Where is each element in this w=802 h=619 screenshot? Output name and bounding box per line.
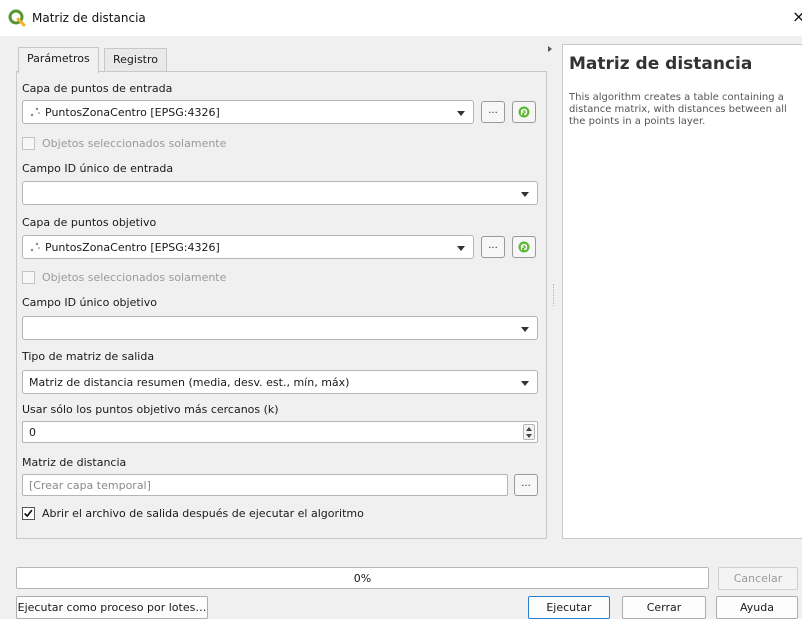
close-button[interactable]: Cerrar bbox=[622, 596, 706, 619]
nearest-k-label: Usar sólo los puntos objetivo más cercan… bbox=[22, 403, 279, 416]
close-icon[interactable]: × bbox=[792, 7, 802, 26]
target-id-label: Campo ID único objetivo bbox=[22, 296, 157, 309]
help-text: This algorithm creates a table containin… bbox=[569, 92, 787, 127]
chevron-down-icon bbox=[521, 192, 529, 197]
matrix-type-value: Matriz de distancia resumen (media, desv… bbox=[29, 376, 350, 389]
input-layer-label: Capa de puntos de entrada bbox=[22, 82, 173, 95]
iterate-icon bbox=[518, 106, 530, 118]
input-id-label: Campo ID único de entrada bbox=[22, 162, 174, 175]
help-panel: Matriz de distancia This algorithm creat… bbox=[562, 44, 802, 539]
output-label: Matriz de distancia bbox=[22, 456, 127, 469]
iterate-features-button[interactable] bbox=[512, 236, 536, 258]
chevron-down-icon bbox=[457, 111, 465, 116]
title-bar: Matriz de distancia × bbox=[0, 0, 802, 36]
input-layer-value: PuntosZonaCentro [EPSG:4326] bbox=[45, 106, 220, 119]
tab-registro[interactable]: Registro bbox=[104, 48, 168, 72]
help-title: Matriz de distancia bbox=[569, 54, 753, 74]
qgis-logo-icon bbox=[8, 9, 26, 27]
run-button[interactable]: Ejecutar bbox=[528, 596, 610, 619]
matrix-type-label: Tipo de matriz de salida bbox=[22, 350, 155, 363]
splitter-handle[interactable] bbox=[553, 284, 555, 306]
input-selected-only-label: Objetos seleccionados solamente bbox=[42, 137, 227, 150]
chevron-down-icon bbox=[521, 381, 529, 386]
input-id-combo[interactable] bbox=[22, 181, 538, 205]
nearest-k-value: 0 bbox=[29, 426, 36, 439]
iterate-icon bbox=[518, 241, 530, 253]
point-layer-icon bbox=[30, 107, 40, 117]
collapse-arrow-icon[interactable] bbox=[548, 46, 552, 52]
input-layer-browse-button[interactable]: ... bbox=[481, 101, 505, 123]
progress-bar: 0% bbox=[16, 567, 709, 589]
iterate-features-button[interactable] bbox=[512, 101, 536, 123]
target-layer-combo[interactable]: PuntosZonaCentro [EPSG:4326] bbox=[22, 235, 474, 259]
window-title: Matriz de distancia bbox=[32, 11, 146, 25]
tab-parametros[interactable]: Parámetros bbox=[18, 47, 99, 73]
help-button[interactable]: Ayuda bbox=[716, 596, 798, 619]
matrix-type-combo[interactable]: Matriz de distancia resumen (media, desv… bbox=[22, 370, 538, 394]
open-output-checkbox[interactable] bbox=[22, 507, 35, 520]
cancel-button[interactable]: Cancelar bbox=[718, 567, 798, 590]
checkmark-icon bbox=[24, 509, 33, 518]
nearest-k-spinbox[interactable]: 0 bbox=[22, 421, 538, 443]
target-id-combo[interactable] bbox=[22, 316, 538, 340]
target-layer-value: PuntosZonaCentro [EPSG:4326] bbox=[45, 241, 220, 254]
chevron-down-icon bbox=[521, 327, 529, 332]
spinbox-arrows-icon[interactable] bbox=[523, 424, 535, 440]
input-layer-combo[interactable]: PuntosZonaCentro [EPSG:4326] bbox=[22, 100, 474, 124]
progress-label: 0% bbox=[353, 572, 372, 585]
target-layer-label: Capa de puntos objetivo bbox=[22, 216, 157, 229]
batch-process-button[interactable]: Ejecutar como proceso por lotes… bbox=[16, 596, 208, 619]
target-selected-only-checkbox[interactable] bbox=[22, 271, 35, 284]
output-destination-field[interactable]: [Crear capa temporal] bbox=[22, 474, 508, 496]
target-layer-browse-button[interactable]: ... bbox=[481, 236, 505, 258]
chevron-down-icon bbox=[457, 246, 465, 251]
output-browse-button[interactable]: ... bbox=[514, 474, 538, 496]
point-layer-icon bbox=[30, 242, 40, 252]
open-output-label: Abrir el archivo de salida después de ej… bbox=[42, 507, 364, 520]
input-selected-only-checkbox[interactable] bbox=[22, 137, 35, 150]
output-placeholder: [Crear capa temporal] bbox=[29, 479, 151, 492]
target-selected-only-label: Objetos seleccionados solamente bbox=[42, 271, 227, 284]
